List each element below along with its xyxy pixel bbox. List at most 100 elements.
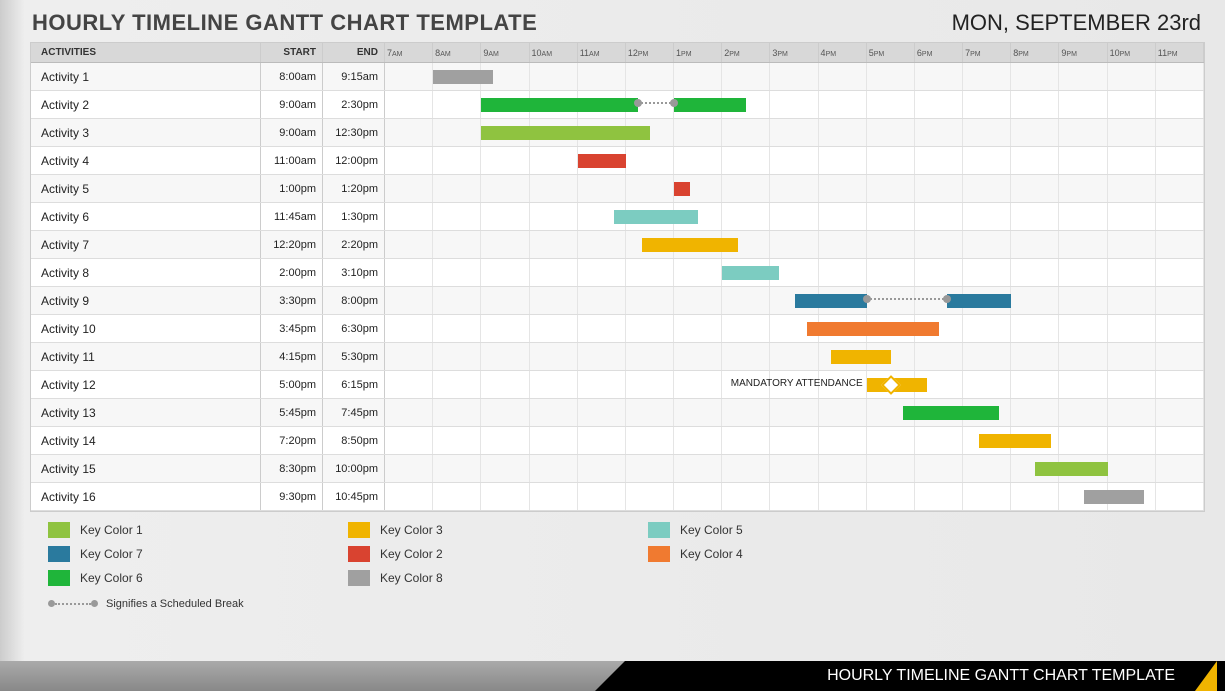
activity-start: 5:00pm — [261, 371, 323, 398]
timeline-cell — [385, 315, 1204, 342]
hour-label: 1PM — [674, 43, 722, 62]
break-legend: Signifies a Scheduled Break — [48, 598, 1225, 610]
legend-swatch — [648, 522, 670, 538]
activity-start: 8:00am — [261, 63, 323, 90]
activity-start: 2:00pm — [261, 259, 323, 286]
header-row: ACTIVITIES START END 7AM8AM9AM10AM11AM12… — [31, 43, 1204, 63]
col-start: START — [261, 43, 323, 62]
hour-label: 9PM — [1059, 43, 1107, 62]
activity-end: 12:00pm — [323, 147, 385, 174]
hour-label: 5PM — [867, 43, 915, 62]
col-activities: ACTIVITIES — [31, 43, 261, 62]
hour-label: 7AM — [385, 43, 433, 62]
timeline-cell — [385, 259, 1204, 286]
activity-name: Activity 15 — [31, 455, 261, 482]
activity-end: 12:30pm — [323, 119, 385, 146]
activity-start: 7:20pm — [261, 427, 323, 454]
activity-row: Activity 93:30pm8:00pm — [31, 287, 1204, 315]
legend-item: Key Color 3 — [348, 522, 648, 538]
gantt-bar — [807, 322, 939, 336]
gantt-bar — [795, 294, 867, 308]
activity-end: 6:15pm — [323, 371, 385, 398]
activity-end: 8:00pm — [323, 287, 385, 314]
legend-label: Key Color 8 — [380, 571, 443, 585]
break-indicator — [867, 298, 947, 304]
activity-row: Activity 135:45pm7:45pm — [31, 399, 1204, 427]
activity-end: 10:00pm — [323, 455, 385, 482]
footer: HOURLY TIMELINE GANTT CHART TEMPLATE — [0, 661, 1225, 691]
hour-label: 11AM — [578, 43, 626, 62]
gantt-bar — [947, 294, 1011, 308]
legend-label: Key Color 4 — [680, 547, 743, 561]
timeline-cell — [385, 63, 1204, 90]
legend-item: Key Color 6 — [48, 570, 348, 586]
activity-start: 3:45pm — [261, 315, 323, 342]
activity-name: Activity 6 — [31, 203, 261, 230]
activity-name: Activity 1 — [31, 63, 261, 90]
timeline-cell — [385, 91, 1204, 118]
timeline-cell — [385, 455, 1204, 482]
gantt-bar — [722, 266, 778, 280]
activity-row: Activity 411:00am12:00pm — [31, 147, 1204, 175]
break-legend-label: Signifies a Scheduled Break — [106, 598, 244, 610]
legend-swatch — [48, 570, 70, 586]
timeline-cell — [385, 175, 1204, 202]
activity-end: 7:45pm — [323, 399, 385, 426]
legend-swatch — [48, 522, 70, 538]
activity-name: Activity 14 — [31, 427, 261, 454]
gantt-bar — [831, 350, 891, 364]
timeline-cell — [385, 119, 1204, 146]
activity-end: 1:30pm — [323, 203, 385, 230]
activity-end: 9:15am — [323, 63, 385, 90]
timeline-cell: MANDATORY ATTENDANCE — [385, 371, 1204, 398]
activity-start: 5:45pm — [261, 399, 323, 426]
hour-label: 6PM — [915, 43, 963, 62]
activity-end: 10:45pm — [323, 483, 385, 510]
annotation-label: MANDATORY ATTENDANCE — [731, 378, 863, 389]
hour-label: 7PM — [963, 43, 1011, 62]
legend-label: Key Color 6 — [80, 571, 143, 585]
break-indicator — [638, 102, 674, 108]
activity-start: 11:45am — [261, 203, 323, 230]
activity-start: 8:30pm — [261, 455, 323, 482]
hour-label: 11PM — [1156, 43, 1204, 62]
activity-name: Activity 7 — [31, 231, 261, 258]
activity-row: Activity 114:15pm5:30pm — [31, 343, 1204, 371]
timeline-cell — [385, 287, 1204, 314]
gantt-bar — [481, 98, 638, 112]
activity-end: 8:50pm — [323, 427, 385, 454]
activity-start: 4:15pm — [261, 343, 323, 370]
legend-swatch — [348, 522, 370, 538]
legend-item: Key Color 7 — [48, 546, 348, 562]
activity-row: Activity 158:30pm10:00pm — [31, 455, 1204, 483]
gantt-chart: ACTIVITIES START END 7AM8AM9AM10AM11AM12… — [30, 42, 1205, 512]
legend-label: Key Color 7 — [80, 547, 143, 561]
gantt-bar — [433, 70, 493, 84]
hour-label: 4PM — [819, 43, 867, 62]
page-date: MON, SEPTEMBER 23rd — [952, 10, 1201, 36]
legend-label: Key Color 1 — [80, 523, 143, 537]
activity-row: Activity 169:30pm10:45pm — [31, 483, 1204, 511]
activity-start: 9:30pm — [261, 483, 323, 510]
timeline-header: 7AM8AM9AM10AM11AM12PM1PM2PM3PM4PM5PM6PM7… — [385, 43, 1204, 62]
activity-name: Activity 9 — [31, 287, 261, 314]
activity-name: Activity 2 — [31, 91, 261, 118]
timeline-cell — [385, 427, 1204, 454]
legend-label: Key Color 3 — [380, 523, 443, 537]
activity-name: Activity 8 — [31, 259, 261, 286]
activity-name: Activity 10 — [31, 315, 261, 342]
activity-end: 5:30pm — [323, 343, 385, 370]
activity-row: Activity 712:20pm2:20pm — [31, 231, 1204, 259]
activity-name: Activity 11 — [31, 343, 261, 370]
hour-label: 2PM — [722, 43, 770, 62]
hour-label: 10PM — [1108, 43, 1156, 62]
activity-name: Activity 13 — [31, 399, 261, 426]
gantt-bar — [578, 154, 626, 168]
activity-start: 1:00pm — [261, 175, 323, 202]
header: HOURLY TIMELINE GANTT CHART TEMPLATE MON… — [0, 0, 1225, 42]
legend-item: Key Color 2 — [348, 546, 648, 562]
legend: Key Color 1Key Color 3Key Color 5Key Col… — [48, 522, 1205, 594]
hour-label: 9AM — [481, 43, 529, 62]
gantt-bar — [1035, 462, 1107, 476]
timeline-cell — [385, 203, 1204, 230]
